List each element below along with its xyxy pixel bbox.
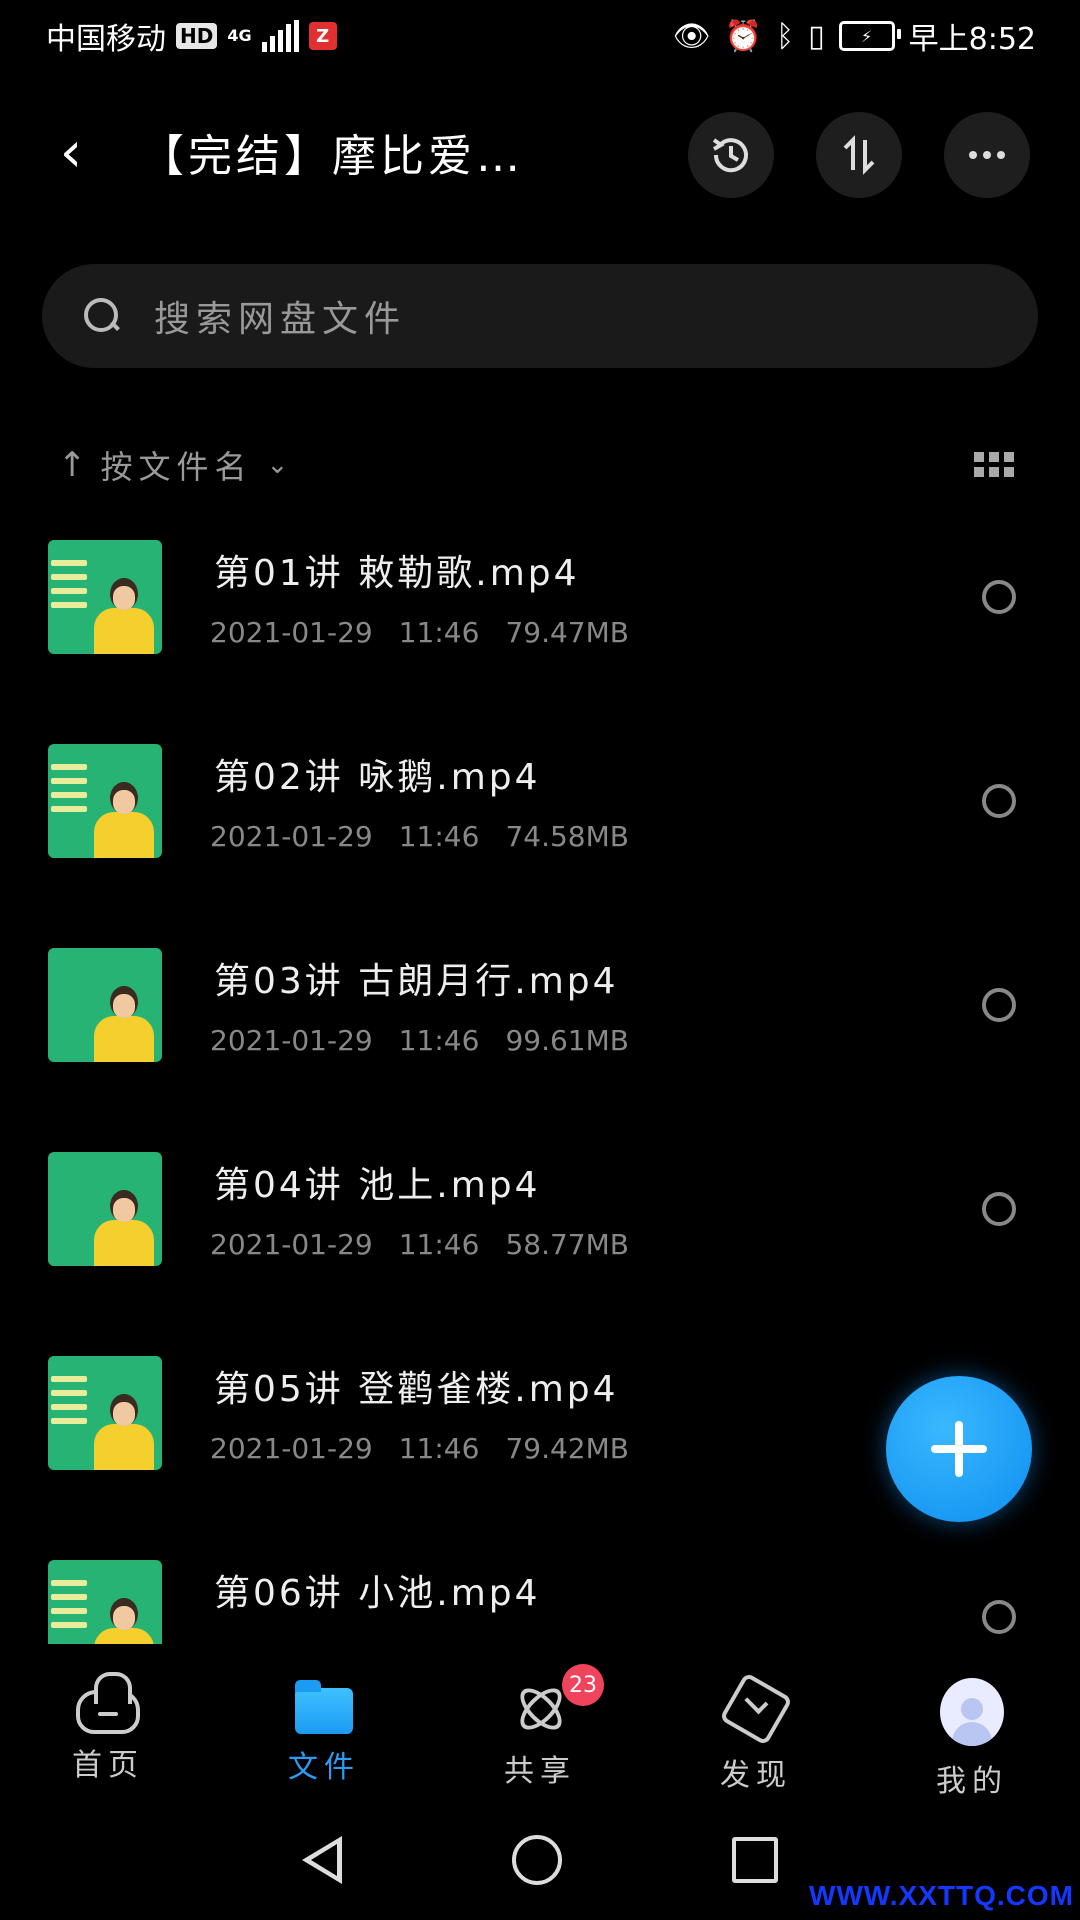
hd-badge: HD bbox=[176, 23, 218, 49]
cloud-icon bbox=[76, 1672, 140, 1734]
plus-icon bbox=[931, 1421, 987, 1477]
page-title: 【完结】摩比爱… bbox=[140, 131, 524, 182]
video-thumbnail bbox=[48, 948, 162, 1062]
select-radio[interactable] bbox=[982, 1192, 1016, 1226]
file-meta: 2021-01-29 11:46 99.61MB bbox=[210, 1024, 655, 1057]
select-radio[interactable] bbox=[982, 784, 1016, 818]
file-name: 第04讲 池上.mp4 bbox=[214, 1165, 541, 1206]
file-time: 11:46 bbox=[398, 1228, 480, 1261]
select-radio[interactable] bbox=[982, 580, 1016, 614]
share-atom-icon bbox=[513, 1681, 569, 1737]
app-notification-icon: Z bbox=[308, 22, 337, 50]
more-icon bbox=[969, 151, 1005, 159]
transfer-button[interactable] bbox=[816, 112, 902, 198]
sort-arrow-up-icon: ↑ bbox=[58, 445, 87, 485]
notification-badge: 23 bbox=[562, 1664, 604, 1706]
eye-icon: 👁 bbox=[672, 18, 711, 54]
file-date: 2021-01-29 bbox=[210, 1432, 373, 1465]
add-button[interactable] bbox=[886, 1376, 1032, 1522]
nav-label: 首页 bbox=[72, 1748, 144, 1783]
network-type: 4G bbox=[227, 28, 251, 44]
nav-label: 文件 bbox=[288, 1750, 360, 1785]
nav-home[interactable]: 首页 bbox=[0, 1644, 216, 1784]
video-thumbnail bbox=[48, 1356, 162, 1470]
system-home-icon[interactable] bbox=[512, 1835, 562, 1885]
file-name: 第01讲 敕勒歌.mp4 bbox=[214, 553, 580, 594]
file-row[interactable]: 第03讲 古朗月行.mp4 2021-01-29 11:46 99.61MB bbox=[0, 948, 1080, 1152]
nav-label: 发现 bbox=[720, 1758, 792, 1793]
file-name: 第05讲 登鹳雀楼.mp4 bbox=[214, 1369, 619, 1410]
file-row[interactable]: 第06讲 小池.mp4 bbox=[0, 1560, 1080, 1644]
nav-label: 我的 bbox=[936, 1764, 1008, 1799]
file-size: 58.77MB bbox=[505, 1228, 629, 1261]
select-radio[interactable] bbox=[982, 1600, 1016, 1634]
file-time: 11:46 bbox=[398, 1432, 480, 1465]
grid-view-icon[interactable] bbox=[974, 452, 1014, 478]
sort-label: 按文件名 bbox=[100, 448, 253, 486]
file-size: 74.58MB bbox=[505, 820, 629, 853]
file-time: 11:46 bbox=[398, 820, 480, 853]
system-recents-icon[interactable] bbox=[732, 1837, 778, 1883]
nav-label: 共享 bbox=[504, 1754, 576, 1789]
watermark: WWW.XXTTQ.COM bbox=[809, 1880, 1074, 1911]
file-name: 第03讲 古朗月行.mp4 bbox=[214, 961, 619, 1002]
system-back-icon[interactable] bbox=[302, 1836, 342, 1884]
file-date: 2021-01-29 bbox=[210, 1228, 373, 1261]
file-time: 11:46 bbox=[398, 1024, 480, 1057]
file-size: 79.47MB bbox=[505, 616, 629, 649]
video-thumbnail bbox=[48, 1560, 162, 1644]
network-label: 4G bbox=[227, 26, 252, 45]
more-button[interactable] bbox=[944, 112, 1030, 198]
file-size: 79.42MB bbox=[505, 1432, 629, 1465]
file-meta: 2021-01-29 11:46 74.58MB bbox=[210, 820, 655, 853]
bluetooth-icon: ᛒ bbox=[776, 18, 795, 54]
status-bar-right: 👁 ⏰ ᛒ ▯ ⚡ 早上8:52 bbox=[673, 14, 1036, 58]
transfer-icon bbox=[843, 135, 875, 175]
file-date: 2021-01-29 bbox=[210, 616, 373, 649]
file-meta: 2021-01-29 11:46 79.47MB bbox=[210, 616, 655, 649]
file-meta: 2021-01-29 11:46 79.42MB bbox=[210, 1432, 655, 1465]
avatar-icon bbox=[940, 1678, 1004, 1746]
nav-discover[interactable]: 发现 bbox=[648, 1644, 864, 1793]
video-thumbnail bbox=[48, 540, 162, 654]
nav-share[interactable]: 23 共享 bbox=[432, 1644, 648, 1789]
history-icon bbox=[712, 138, 748, 173]
file-name: 第06讲 小池.mp4 bbox=[214, 1573, 541, 1614]
file-row[interactable]: 第01讲 敕勒歌.mp4 2021-01-29 11:46 79.47MB bbox=[0, 540, 1080, 744]
search-bar[interactable]: 搜索网盘文件 bbox=[42, 264, 1038, 368]
chevron-down-icon: ⌄ bbox=[266, 450, 289, 480]
select-radio[interactable] bbox=[982, 988, 1016, 1022]
file-row[interactable]: 第02讲 咏鹅.mp4 2021-01-29 11:46 74.58MB bbox=[0, 744, 1080, 948]
alarm-icon: ⏰ bbox=[724, 18, 763, 54]
file-size: 99.61MB bbox=[505, 1024, 629, 1057]
file-meta bbox=[210, 1636, 288, 1644]
file-name: 第02讲 咏鹅.mp4 bbox=[214, 757, 541, 798]
status-bar-left: 中国移动 HD 4G Z bbox=[46, 14, 337, 58]
folder-icon bbox=[295, 1680, 353, 1734]
discover-cube-icon bbox=[719, 1672, 793, 1746]
vibrate-icon: ▯ bbox=[808, 18, 825, 54]
file-date: 2021-01-29 bbox=[210, 820, 373, 853]
sort-selector[interactable]: ↑ 按文件名 ⌄ bbox=[58, 440, 288, 490]
search-input[interactable]: 搜索网盘文件 bbox=[154, 290, 406, 342]
history-button[interactable] bbox=[688, 112, 774, 198]
search-icon bbox=[84, 298, 120, 334]
chevron-left-icon: ‹ bbox=[59, 119, 83, 185]
back-button[interactable]: ‹ bbox=[46, 119, 96, 185]
file-meta: 2021-01-29 11:46 58.77MB bbox=[210, 1228, 655, 1261]
bottom-nav: 首页 文件 23 共享 发现 我的 bbox=[0, 1644, 1080, 1799]
video-thumbnail bbox=[48, 1152, 162, 1266]
file-time: 11:46 bbox=[398, 616, 480, 649]
video-thumbnail bbox=[48, 744, 162, 858]
signal-icon bbox=[261, 20, 299, 52]
file-date: 2021-01-29 bbox=[210, 1024, 373, 1057]
nav-files[interactable]: 文件 bbox=[216, 1644, 432, 1785]
file-row[interactable]: 第04讲 池上.mp4 2021-01-29 11:46 58.77MB bbox=[0, 1152, 1080, 1356]
carrier-label: 中国移动 bbox=[46, 22, 166, 57]
battery-icon: ⚡ bbox=[838, 21, 901, 51]
nav-profile[interactable]: 我的 bbox=[864, 1644, 1080, 1799]
clock: 早上8:52 bbox=[908, 22, 1036, 57]
